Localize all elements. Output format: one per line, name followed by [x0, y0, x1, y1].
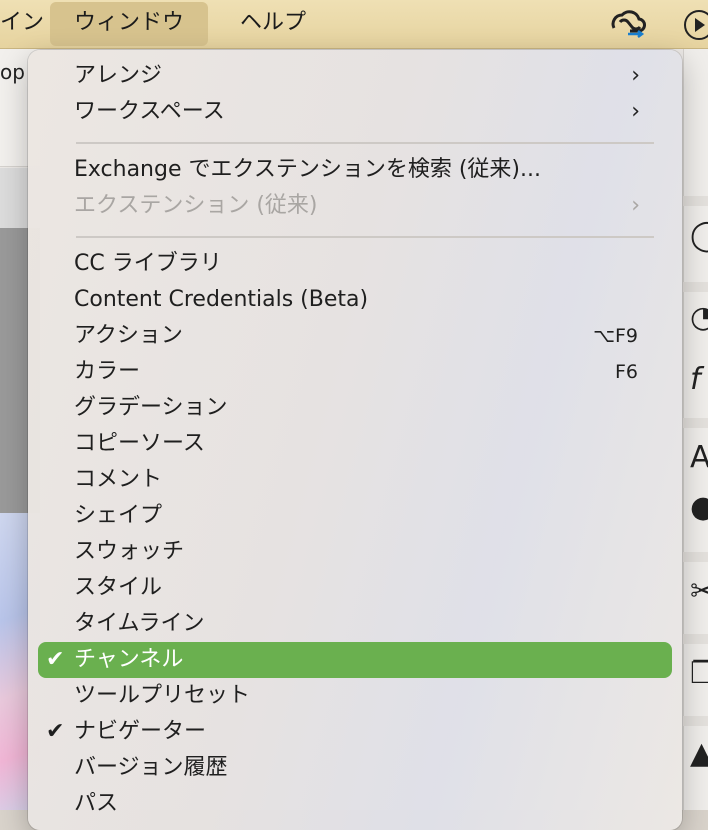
- menu-item-paths[interactable]: パス: [38, 786, 672, 822]
- menu-separator: [76, 142, 654, 144]
- menubar-item-help[interactable]: ヘルプ: [240, 0, 306, 48]
- panel-divider: [683, 552, 708, 562]
- menu-bar: イン ウィンドウ ヘルプ: [0, 0, 708, 49]
- menu-item-workspace[interactable]: ワークスペース ›: [38, 94, 672, 130]
- tools-icon[interactable]: ✂: [690, 574, 708, 609]
- menu-item-exchange-search[interactable]: Exchange でエクステンションを検索 (従来)...: [38, 152, 672, 188]
- menu-item-cc-libraries[interactable]: CC ライブラリ: [38, 246, 672, 282]
- menu-item-channels[interactable]: ✔ チャンネル: [38, 642, 672, 678]
- menu-item-tool-presets[interactable]: ツールプリセット: [38, 678, 672, 714]
- panel-divider: [683, 418, 708, 428]
- type-icon[interactable]: A: [690, 440, 708, 475]
- menu-item-styles[interactable]: スタイル: [38, 570, 672, 606]
- menu-item-extensions-legacy: エクステンション (従来) ›: [38, 188, 672, 224]
- right-panel-dock: [683, 49, 708, 810]
- menu-item-version-history[interactable]: バージョン履歴: [38, 750, 672, 786]
- dot-icon[interactable]: ●: [690, 490, 708, 525]
- menubar-item-window[interactable]: ウィンドウ: [50, 2, 209, 46]
- menu-item-navigator[interactable]: ✔ ナビゲーター: [38, 714, 672, 750]
- menu-item-clone-source[interactable]: コピーソース: [38, 426, 672, 462]
- menu-separator: [76, 236, 654, 238]
- panel-divider: [683, 196, 708, 206]
- brush-icon[interactable]: ◔: [690, 300, 708, 335]
- menu-item-timeline[interactable]: タイムライン: [38, 606, 672, 642]
- checkmark-icon: ✔: [46, 647, 65, 672]
- window-menu-dropdown: アレンジ › ワークスペース › Exchange でエクステンションを検索 (…: [28, 50, 682, 830]
- menu-item-content-credentials[interactable]: Content Credentials (Beta): [38, 282, 672, 318]
- panel-divider: [683, 282, 708, 292]
- menu-item-comments[interactable]: コメント: [38, 462, 672, 498]
- panel-divider: [683, 716, 708, 726]
- chevron-right-icon: ›: [631, 63, 640, 88]
- fx-icon[interactable]: f: [690, 362, 701, 397]
- shortcut-label: ⌥F9: [593, 325, 638, 347]
- checkmark-icon: ✔: [46, 719, 65, 744]
- menu-item-color[interactable]: カラー F6: [38, 354, 672, 390]
- copy-icon[interactable]: ❐: [690, 656, 708, 691]
- menu-item-actions[interactable]: アクション ⌥F9: [38, 318, 672, 354]
- ellipse-icon[interactable]: ◯: [690, 218, 708, 253]
- play-circle-icon[interactable]: [684, 10, 708, 40]
- menubar-item-window-partial[interactable]: イン: [0, 0, 44, 48]
- menu-item-gradients[interactable]: グラデーション: [38, 390, 672, 426]
- menu-item-shapes[interactable]: シェイプ: [38, 498, 672, 534]
- panel-divider: [683, 634, 708, 644]
- app-tab-fragment[interactable]: op: [0, 60, 25, 84]
- chevron-right-icon: ›: [631, 193, 640, 218]
- menu-item-arrange[interactable]: アレンジ ›: [38, 58, 672, 94]
- chevron-right-icon: ›: [631, 99, 640, 124]
- creative-cloud-sync-icon[interactable]: [606, 8, 650, 40]
- arrow-icon[interactable]: ▲: [690, 736, 708, 771]
- shortcut-label: F6: [614, 361, 638, 383]
- menu-item-swatches[interactable]: スウォッチ: [38, 534, 672, 570]
